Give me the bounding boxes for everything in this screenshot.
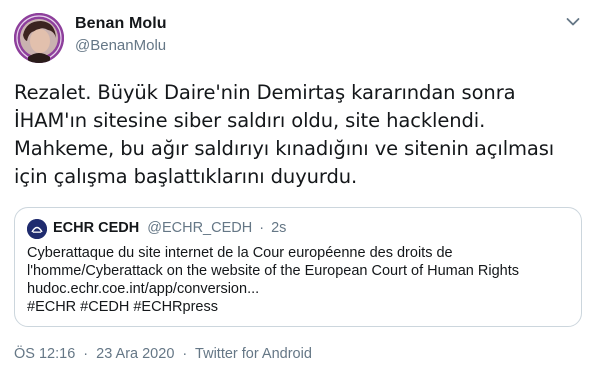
tweet-text: Rezalet. Büyük Daire'nin Demirtaş kararı… — [14, 79, 589, 191]
quote-hashtags: #ECHR #CEDH #ECHRpress — [27, 299, 218, 315]
author-avatar[interactable] — [14, 13, 64, 63]
quote-text-line: Cyberattaque du site internet de la Cour… — [27, 245, 453, 261]
author-name[interactable]: Benan Molu — [75, 15, 167, 33]
echr-logo-icon — [27, 219, 47, 239]
quote-link: hudoc.echr.coe.int/app/conversion... — [27, 281, 260, 297]
quote-author-handle[interactable]: @ECHR_CEDH — [147, 220, 252, 236]
quote-timestamp[interactable]: 2s — [271, 220, 286, 236]
tweet-source[interactable]: Twitter for Android — [195, 346, 312, 362]
tweet-time[interactable]: ÖS 12:16 — [14, 346, 75, 362]
tweet-text-line: Rezalet. Büyük Daire'nin Demirtaş kararı… — [14, 81, 516, 104]
quoted-tweet[interactable]: ECHR CEDH @ECHR_CEDH · 2s Cyberattaque d… — [14, 207, 582, 327]
tweet-card: Benan Molu @BenanMolu Rezalet. Büyük Dai… — [0, 0, 598, 377]
quote-avatar[interactable] — [27, 219, 47, 239]
quote-text: Cyberattaque du site internet de la Cour… — [27, 244, 572, 316]
quote-author-name[interactable]: ECHR CEDH — [53, 220, 139, 236]
tweet-metadata: ÖS 12:16 · 23 Ara 2020 · Twitter for And… — [14, 346, 312, 362]
profile-photo-icon — [14, 13, 64, 63]
author-handle[interactable]: @BenanMolu — [75, 37, 166, 54]
quote-text-line: l'homme/Cyberattack on the website of th… — [27, 263, 519, 279]
tweet-date[interactable]: 23 Ara 2020 — [96, 346, 174, 362]
chevron-down-icon[interactable] — [566, 17, 580, 27]
separator-dot: · — [259, 220, 265, 236]
tweet-text-line: İHAM'ın sitesine siber saldırı oldu, sit… — [14, 109, 486, 132]
separator-dot: · — [182, 346, 188, 362]
quote-header: ECHR CEDH @ECHR_CEDH · 2s — [53, 220, 286, 236]
tweet-text-line: için çalışma başlattıklarını duyurdu. — [14, 165, 358, 188]
tweet-text-line: Mahkeme, bu ağır saldırıyı kınadığını ve… — [14, 137, 555, 160]
separator-dot: · — [83, 346, 89, 362]
